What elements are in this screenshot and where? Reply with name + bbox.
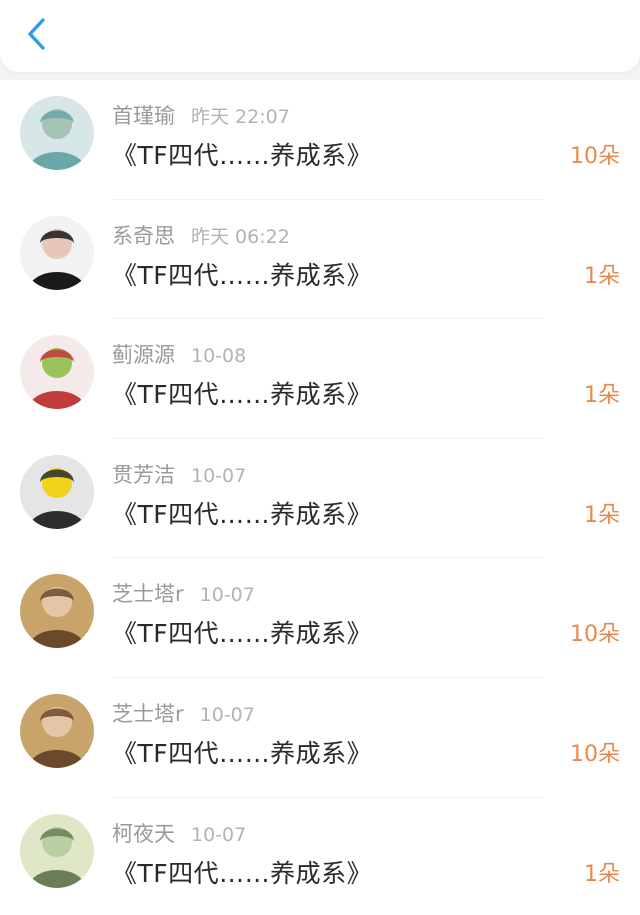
timestamp: 10-08 bbox=[191, 345, 247, 368]
user-name[interactable]: 贯芳洁 bbox=[112, 459, 175, 489]
flower-count: 1朵 bbox=[584, 861, 620, 887]
item-meta: 贯芳洁 10-07 bbox=[112, 459, 246, 487]
avatar[interactable] bbox=[20, 693, 94, 768]
timestamp: 10-07 bbox=[191, 464, 247, 487]
back-button[interactable] bbox=[16, 16, 56, 56]
list-item[interactable]: 首瑾瑜 昨天 22:07 《TF四代……养成系》 10朵 bbox=[0, 80, 640, 200]
flower-count: 1朵 bbox=[584, 263, 620, 289]
avatar[interactable] bbox=[20, 335, 94, 410]
avatar[interactable] bbox=[20, 813, 94, 888]
item-meta: 芝士塔r 10-07 bbox=[112, 578, 255, 606]
avatar[interactable] bbox=[20, 215, 94, 290]
timestamp: 昨天 06:22 bbox=[191, 225, 290, 248]
avatar[interactable] bbox=[20, 96, 94, 170]
item-meta: 芝士塔r 10-07 bbox=[112, 698, 255, 726]
item-title[interactable]: 《TF四代……养成系》 bbox=[112, 734, 372, 770]
chevron-left-icon bbox=[25, 17, 47, 55]
flower-count: 10朵 bbox=[570, 622, 620, 648]
flower-count: 1朵 bbox=[584, 383, 620, 409]
item-meta: 蓟源源 10-08 bbox=[112, 339, 246, 367]
item-meta: 首瑾瑜 昨天 22:07 bbox=[112, 100, 290, 128]
item-title[interactable]: 《TF四代……养成系》 bbox=[112, 495, 372, 531]
flower-count: 1朵 bbox=[584, 502, 620, 528]
list-item[interactable]: 芝士塔r 10-07 《TF四代……养成系》 10朵 bbox=[0, 678, 640, 798]
timestamp: 昨天 22:07 bbox=[191, 106, 290, 128]
timestamp: 10-07 bbox=[199, 584, 255, 607]
item-title[interactable]: 《TF四代……养成系》 bbox=[112, 854, 372, 890]
timestamp: 10-07 bbox=[191, 823, 247, 846]
user-name[interactable]: 系奇思 bbox=[112, 220, 175, 250]
item-meta: 系奇思 昨天 06:22 bbox=[112, 220, 290, 248]
item-meta: 柯夜天 10-07 bbox=[112, 818, 246, 846]
top-bar bbox=[0, 0, 640, 72]
user-name[interactable]: 芝士塔r bbox=[112, 578, 184, 608]
item-title[interactable]: 《TF四代……养成系》 bbox=[112, 256, 372, 292]
item-title[interactable]: 《TF四代……养成系》 bbox=[112, 136, 372, 172]
user-name[interactable]: 蓟源源 bbox=[112, 339, 175, 369]
gift-list: 首瑾瑜 昨天 22:07 《TF四代……养成系》 10朵 系奇思 昨天 06:2… bbox=[0, 80, 640, 915]
item-title[interactable]: 《TF四代……养成系》 bbox=[112, 375, 372, 411]
list-item[interactable]: 贯芳洁 10-07 《TF四代……养成系》 1朵 bbox=[0, 439, 640, 559]
flower-count: 10朵 bbox=[570, 741, 620, 767]
list-item[interactable]: 芝士塔r 10-07 《TF四代……养成系》 10朵 bbox=[0, 558, 640, 678]
flower-count: 10朵 bbox=[570, 144, 620, 169]
list-item[interactable]: 蓟源源 10-08 《TF四代……养成系》 1朵 bbox=[0, 319, 640, 439]
timestamp: 10-07 bbox=[199, 703, 255, 726]
avatar[interactable] bbox=[20, 454, 94, 529]
list-item[interactable]: 柯夜天 10-07 《TF四代……养成系》 1朵 bbox=[0, 798, 640, 915]
user-name[interactable]: 芝士塔r bbox=[112, 698, 184, 728]
user-name[interactable]: 柯夜天 bbox=[112, 818, 175, 848]
list-item[interactable]: 系奇思 昨天 06:22 《TF四代……养成系》 1朵 bbox=[0, 200, 640, 320]
user-name[interactable]: 首瑾瑜 bbox=[112, 100, 175, 130]
avatar[interactable] bbox=[20, 574, 94, 649]
item-title[interactable]: 《TF四代……养成系》 bbox=[112, 614, 372, 650]
